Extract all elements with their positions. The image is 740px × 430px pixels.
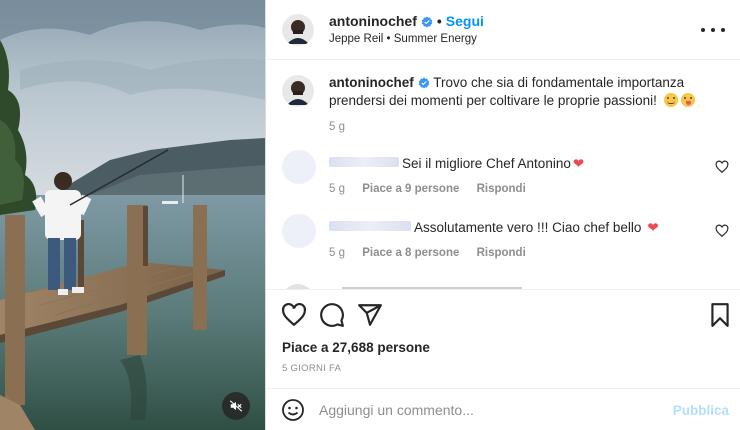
author-username[interactable]: antoninochef xyxy=(329,13,417,29)
likes-count[interactable]: Piace a 27,688 persone xyxy=(282,340,430,355)
red-heart-emoji-icon: ❤ xyxy=(572,156,585,171)
bookmark-icon[interactable] xyxy=(707,302,733,328)
muted-speaker-icon xyxy=(229,400,243,412)
caption-time[interactable]: 5 g xyxy=(329,121,345,133)
commenter-username[interactable] xyxy=(329,157,399,167)
comment-bar: Pubblica xyxy=(266,388,740,430)
comment-time[interactable]: 5 g xyxy=(329,183,345,195)
heart-icon[interactable] xyxy=(715,160,729,174)
heart-icon[interactable] xyxy=(281,302,307,328)
post-actions xyxy=(266,289,740,339)
reply-button[interactable]: Rispondi xyxy=(477,183,526,195)
post-date[interactable]: 5 GIORNI FA xyxy=(282,363,341,374)
comment-icon[interactable] xyxy=(319,302,345,328)
red-heart-emoji-icon: ❤ xyxy=(647,220,659,235)
separator-dot: • xyxy=(436,13,442,29)
audio-label[interactable]: Jeppe Reil • Summer Energy xyxy=(329,33,477,45)
smiling-emoji-icon xyxy=(663,93,678,107)
verified-badge-icon xyxy=(418,77,430,89)
follow-button[interactable]: Segui xyxy=(446,13,484,29)
comment-input[interactable] xyxy=(319,398,659,422)
tongue-emoji-icon xyxy=(680,93,695,107)
reply-button[interactable]: Rispondi xyxy=(477,247,526,259)
comment-item: Assolutamente vero !!! Ciao chef bello ❤ … xyxy=(266,214,740,274)
commenter-username[interactable] xyxy=(329,221,411,231)
comment-time[interactable]: 5 g xyxy=(329,247,345,259)
comment-item: Sei il migliore Chef Antonino ❤ 5 g Piace… xyxy=(266,150,740,210)
comment-text: Sei il migliore Chef Antonino xyxy=(402,156,571,171)
post-sidebar: antoninochef • Segui Jeppe Reil • Summer E… xyxy=(265,0,740,430)
share-icon[interactable] xyxy=(357,302,383,328)
heart-icon[interactable] xyxy=(715,224,729,238)
video-frame xyxy=(0,0,265,430)
verified-badge-icon xyxy=(421,16,433,28)
commenter-avatar[interactable] xyxy=(282,150,316,184)
comment-likes[interactable]: Piace a 8 persone xyxy=(362,247,459,259)
mute-button[interactable] xyxy=(222,392,250,420)
comments-list[interactable]: antoninochef Trovo che sia di fondamenta… xyxy=(266,61,740,289)
more-options-icon[interactable] xyxy=(701,20,725,40)
author-avatar[interactable] xyxy=(282,14,314,46)
comment-text: Assolutamente vero !!! Ciao chef bello xyxy=(414,220,642,235)
caption-avatar[interactable] xyxy=(282,75,314,107)
commenter-avatar[interactable] xyxy=(282,214,316,248)
post-header: antoninochef • Segui Jeppe Reil • Summer E… xyxy=(266,0,740,60)
comment-likes[interactable]: Piace a 9 persone xyxy=(362,183,459,195)
publish-button[interactable]: Pubblica xyxy=(673,403,729,418)
emoji-icon[interactable] xyxy=(281,398,305,422)
post-video[interactable] xyxy=(0,0,265,430)
caption-username[interactable]: antoninochef xyxy=(329,75,414,90)
